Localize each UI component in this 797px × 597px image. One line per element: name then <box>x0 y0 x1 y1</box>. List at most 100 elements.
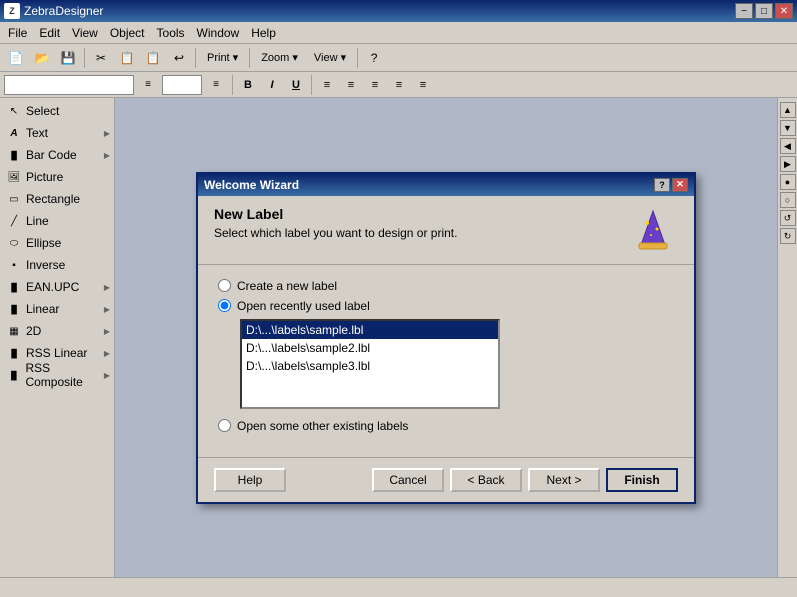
create-new-row: Create a new label <box>218 279 674 293</box>
sidebar: ↖ Select A Text ▶ ▐▌ Bar Code ▶ 🖼 Pictur… <box>0 98 115 577</box>
sidebar-item-ean-upc[interactable]: ▐▌ EAN.UPC ▶ <box>0 276 114 298</box>
sidebar-item-line[interactable]: ╱ Line <box>0 210 114 232</box>
font-size-apply-button[interactable]: ≡ <box>204 74 228 96</box>
inverse-icon: ▪ <box>6 257 22 273</box>
ean-upc-arrow: ▶ <box>104 283 110 292</box>
cancel-button[interactable]: Cancel <box>372 468 444 492</box>
barcode-icon: ▐▌ <box>6 147 22 163</box>
copy-button[interactable]: 📋 <box>115 47 139 69</box>
content-area: Welcome Wizard ? ✕ New Label Select whic… <box>115 98 777 577</box>
align-btn-3[interactable]: ≡ <box>364 75 386 95</box>
maximize-button[interactable]: □ <box>755 3 773 19</box>
dialog-close-button[interactable]: ✕ <box>672 178 688 192</box>
menu-window[interactable]: Window <box>191 24 246 42</box>
menu-object[interactable]: Object <box>104 24 151 42</box>
open-other-label[interactable]: Open some other existing labels <box>237 419 408 433</box>
sidebar-item-ellipse[interactable]: ⬭ Ellipse <box>0 232 114 254</box>
align-btn-1[interactable]: ≡ <box>316 75 338 95</box>
open-other-radio[interactable] <box>218 419 231 432</box>
sidebar-item-barcode[interactable]: ▐▌ Bar Code ▶ <box>0 144 114 166</box>
listbox-item-2[interactable]: D:\...\labels\sample3.lbl <box>242 357 498 375</box>
align-btn-5[interactable]: ≡ <box>412 75 434 95</box>
font-apply-button[interactable]: ≡ <box>136 74 160 96</box>
dialog-help-button[interactable]: ? <box>654 178 670 192</box>
font-size-combo[interactable] <box>162 75 202 95</box>
align-btn-4[interactable]: ≡ <box>388 75 410 95</box>
rss-composite-arrow: ▶ <box>104 371 110 380</box>
sidebar-label-2d: 2D <box>26 324 41 338</box>
right-btn-8[interactable]: ↻ <box>780 228 796 244</box>
save-button[interactable]: 💾 <box>56 47 80 69</box>
create-new-radio[interactable] <box>218 279 231 292</box>
main-layout: ↖ Select A Text ▶ ▐▌ Bar Code ▶ 🖼 Pictur… <box>0 98 797 577</box>
sidebar-item-rectangle[interactable]: ▭ Rectangle <box>0 188 114 210</box>
right-btn-2[interactable]: ▼ <box>780 120 796 136</box>
align-btn-2[interactable]: ≡ <box>340 75 362 95</box>
sidebar-label-select: Select <box>26 104 59 118</box>
sidebar-label-rss-linear: RSS Linear <box>26 346 87 360</box>
font-combo[interactable] <box>4 75 134 95</box>
cut-button[interactable]: ✂ <box>89 47 113 69</box>
sidebar-label-rectangle: Rectangle <box>26 192 80 206</box>
sep4 <box>357 48 358 68</box>
sidebar-label-ean-upc: EAN.UPC <box>26 280 79 294</box>
dialog-footer: Help Cancel < Back Next > Finish <box>198 457 694 502</box>
italic-button[interactable]: I <box>261 75 283 95</box>
right-btn-1[interactable]: ▲ <box>780 102 796 118</box>
picture-icon: 🖼 <box>6 169 22 185</box>
sidebar-label-line: Line <box>26 214 49 228</box>
sidebar-item-text[interactable]: A Text ▶ <box>0 122 114 144</box>
sep1 <box>84 48 85 68</box>
create-new-label[interactable]: Create a new label <box>237 279 337 293</box>
help-button[interactable]: ? <box>362 47 386 69</box>
right-sidebar: ▲ ▼ ◀ ▶ ● ○ ↺ ↻ <box>777 98 797 577</box>
sidebar-item-inverse[interactable]: ▪ Inverse <box>0 254 114 276</box>
paste-button[interactable]: 📋 <box>141 47 165 69</box>
sidebar-item-rss-composite[interactable]: ▐▌ RSS Composite ▶ <box>0 364 114 386</box>
sep3 <box>249 48 250 68</box>
right-btn-4[interactable]: ▶ <box>780 156 796 172</box>
menu-help[interactable]: Help <box>245 24 282 42</box>
select-icon: ↖ <box>6 103 22 119</box>
right-btn-3[interactable]: ◀ <box>780 138 796 154</box>
new-button[interactable]: 📄 <box>4 47 28 69</box>
sidebar-item-2d[interactable]: ▦ 2D ▶ <box>0 320 114 342</box>
rss-linear-arrow: ▶ <box>104 349 110 358</box>
next-button[interactable]: Next > <box>528 468 600 492</box>
open-recent-label[interactable]: Open recently used label <box>237 299 370 313</box>
zoom-button[interactable]: Zoom ▾ <box>254 47 305 69</box>
underline-button[interactable]: U <box>285 75 307 95</box>
sidebar-item-linear[interactable]: ▐▌ Linear ▶ <box>0 298 114 320</box>
open-recent-radio[interactable] <box>218 299 231 312</box>
back-button[interactable]: < Back <box>450 468 522 492</box>
menu-bar: File Edit View Object Tools Window Help <box>0 22 797 44</box>
listbox-item-1[interactable]: D:\...\labels\sample2.lbl <box>242 339 498 357</box>
text-arrow: ▶ <box>104 129 110 138</box>
open-recent-row: Open recently used label <box>218 299 674 313</box>
bold-button[interactable]: B <box>237 75 259 95</box>
recent-files-listbox[interactable]: D:\...\labels\sample.lbl D:\...\labels\s… <box>240 319 500 409</box>
close-button[interactable]: ✕ <box>775 3 793 19</box>
sidebar-item-select[interactable]: ↖ Select <box>0 100 114 122</box>
dialog-body: Create a new label Open recently used la… <box>198 265 694 457</box>
view-button[interactable]: View ▾ <box>307 47 353 69</box>
right-btn-7[interactable]: ↺ <box>780 210 796 226</box>
welcome-wizard-dialog: Welcome Wizard ? ✕ New Label Select whic… <box>196 172 696 504</box>
finish-button[interactable]: Finish <box>606 468 678 492</box>
menu-edit[interactable]: Edit <box>33 24 66 42</box>
undo-button[interactable]: ↩ <box>167 47 191 69</box>
dialog-title-bar: Welcome Wizard ? ✕ <box>198 174 694 196</box>
menu-tools[interactable]: Tools <box>151 24 191 42</box>
barcode-arrow: ▶ <box>104 151 110 160</box>
minimize-button[interactable]: − <box>735 3 753 19</box>
menu-file[interactable]: File <box>2 24 33 42</box>
radio-group: Create a new label Open recently used la… <box>218 279 674 433</box>
right-btn-6[interactable]: ○ <box>780 192 796 208</box>
open-button[interactable]: 📂 <box>30 47 54 69</box>
print-button[interactable]: Print ▾ <box>200 47 245 69</box>
listbox-item-0[interactable]: D:\...\labels\sample.lbl <box>242 321 498 339</box>
sidebar-item-picture[interactable]: 🖼 Picture <box>0 166 114 188</box>
menu-view[interactable]: View <box>66 24 104 42</box>
help-button[interactable]: Help <box>214 468 286 492</box>
right-btn-5[interactable]: ● <box>780 174 796 190</box>
